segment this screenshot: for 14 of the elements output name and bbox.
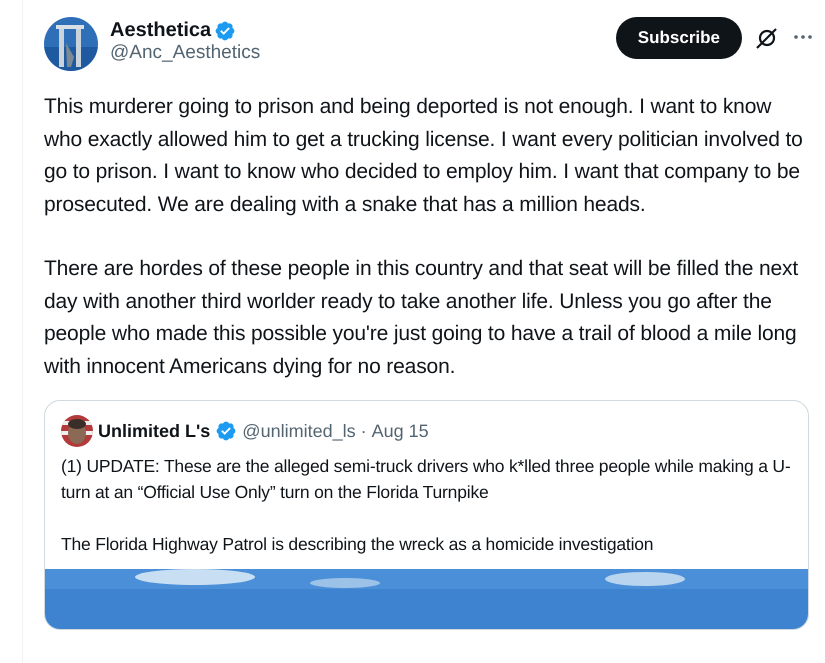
post-date[interactable]: Aug 15 — [372, 420, 429, 442]
subscribe-button[interactable]: Subscribe — [616, 17, 742, 59]
quoted-author-handle[interactable]: @unlimited_ls — [242, 420, 356, 442]
author-handle[interactable]: @Anc_Aesthetics — [110, 42, 604, 64]
post-text: There are hordes of these people in this country and that seat will be filled the next day with another third worlder ready to take another life. Unless you go after the people who made this possible you're just going to have a trail of blood a mile long with innocent Americans dying for no reason. — [44, 256, 800, 380]
quoted-author-name[interactable]: Unlimited L's — [98, 420, 210, 442]
avatar[interactable] — [61, 415, 93, 447]
author-name[interactable]: Aesthetica — [110, 19, 212, 42]
separator-dot: · — [360, 420, 367, 442]
quoted-post-text: (1) UPDATE: These are the alleged semi-truck drivers who k*lled three people while making a U-turn at an “Official Use Only” turn on the Florida Turnpike — [61, 455, 792, 504]
avatar[interactable] — [44, 17, 98, 71]
quoted-post-card[interactable] — [44, 400, 809, 630]
quoted-post-text: The Florida Highway Patrol is describing the wreck as a homicide investigation — [61, 533, 654, 556]
post-text: This murderer going to prison and being deported is not enough. I want to know who exactly allowed him to get a trucking license. I want every politician involved to go to prison. I want to know who decided to employ him. I want that company to be prosecuted. We are dealing with a snake that has a million heads. — [44, 94, 804, 218]
